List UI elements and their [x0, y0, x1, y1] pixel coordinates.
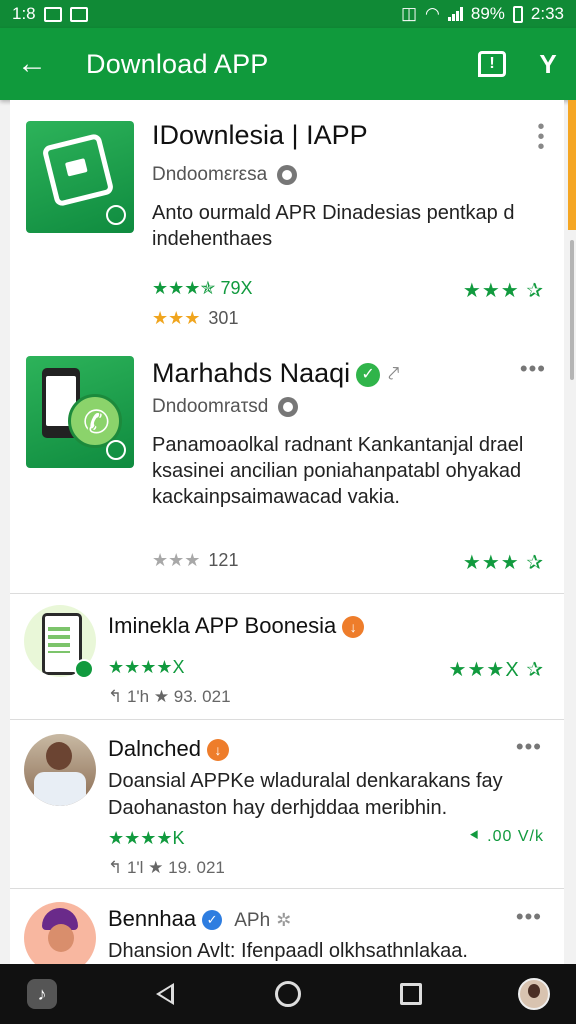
list-item[interactable]: Iminekla APP Boonesia ↓ ★★★★X ★★★X ✰ ↰ 1'… — [10, 605, 564, 715]
nav-home-button[interactable] — [266, 972, 310, 1016]
app-name: IDownlesia | IAPP — [152, 120, 368, 150]
recents-icon — [400, 983, 422, 1005]
nav-recents-button[interactable] — [389, 972, 433, 1016]
more-horiz-icon[interactable]: ••• — [520, 356, 546, 382]
rating-right: ⯇ .00 V/k — [467, 828, 544, 845]
avatar — [518, 978, 550, 1010]
rating-left: ★★★★K — [108, 828, 185, 848]
download-icon: ↓ — [206, 739, 229, 762]
app-bar: ← Download APP ! Y — [0, 28, 576, 100]
badge-icon — [74, 659, 94, 679]
badge-icon — [106, 205, 126, 225]
feedback-button[interactable]: ! — [464, 28, 520, 100]
app-description: Panamoaolkal radnant Kankantanjal drael … — [152, 434, 524, 508]
list-item[interactable]: Bennhaa ✓ APh ✲ ••• Dhansion Avlt: Ifenpa… — [10, 898, 564, 964]
rating-sub: ★★★ 121 — [152, 550, 239, 570]
developer-name: Dndoomεrεsa — [152, 164, 298, 186]
battery-icon — [512, 5, 523, 23]
nav-back-button[interactable] — [143, 972, 187, 1016]
chat-icon — [277, 164, 298, 185]
list-item-description: Doansial APPKe wladuralal denkarakans fa… — [108, 770, 503, 819]
avatar — [24, 734, 96, 806]
featured-app-card[interactable]: IDownlesia | IAPP • • • Dndoomεrεsa Anto o… — [10, 100, 564, 340]
app-shortcut-icon: ♪ — [27, 979, 57, 1009]
rating-left: ★★★✯ 79X — [152, 278, 253, 298]
app-icon — [26, 121, 134, 233]
list-item-title: Dalnched ↓ — [108, 736, 229, 762]
scrollbar[interactable] — [570, 240, 574, 380]
list-item-meta: ↰ 1'l ★ 19. 021 — [108, 858, 225, 877]
badge-icon: ↓ — [342, 616, 365, 639]
document-icon — [41, 132, 115, 208]
status-bar: 1:8 ◫ ◠ 89% 2:33 — [0, 0, 576, 28]
rating-right: ★★★ ✰ — [462, 280, 544, 302]
badge-icon — [106, 440, 126, 460]
page-title: Download APP — [86, 48, 269, 79]
rating-sub: ★★★ 301 — [152, 308, 239, 328]
divider — [10, 888, 564, 889]
rating-right: ★★★X ✰ — [448, 659, 544, 681]
list-item-title: Bennhaa ✓ APh ✲ — [108, 906, 292, 931]
home-icon — [275, 981, 301, 1007]
signal-icon — [447, 7, 463, 21]
list-item-title: Iminekla APP Boonesia ↓ — [108, 613, 365, 639]
settings-icon: ✲ — [276, 910, 292, 930]
list-item[interactable]: Dalnched ↓ ••• Doansial APPKe wladuralal … — [10, 732, 564, 882]
app-shortcut-button[interactable]: ♪ — [20, 972, 64, 1016]
feedback-icon: ! — [478, 51, 506, 77]
app-list: IDownlesia | IAPP • • • Dndoomεrεsa Anto o… — [10, 100, 564, 964]
battery-level: 89% — [470, 4, 505, 23]
scroll-accent — [568, 100, 576, 230]
verified-icon: ✓ — [356, 362, 381, 387]
back-arrow-icon[interactable]: ← — [0, 28, 64, 100]
navigation-bar: ♪ — [0, 964, 576, 1024]
list-item-meta: ↰ 1'h ★ 93. 021 — [108, 687, 231, 706]
chat-icon — [278, 396, 299, 417]
divider — [10, 719, 564, 720]
avatar — [24, 902, 96, 964]
gallery-icon — [69, 6, 88, 22]
back-icon — [156, 983, 174, 1005]
more-horiz-icon[interactable]: ••• — [516, 904, 542, 930]
divider — [10, 593, 564, 594]
verified-icon: ✓ — [202, 910, 223, 931]
rating-right: ★★★ ✰ — [462, 552, 544, 574]
profile-button[interactable] — [512, 972, 556, 1016]
status-time-left: 1:8 — [12, 4, 36, 23]
filter-button[interactable]: Y — [520, 28, 576, 100]
share-icon[interactable]: ⤤ — [388, 363, 399, 386]
wifi-icon: ◠ — [425, 4, 440, 23]
app-description: Anto ourmald APR Dinadesias pentkap d in… — [152, 202, 515, 250]
vibrate-icon: ◫ — [400, 4, 418, 23]
app-name: Marhahds Naaqi ✓ ⤤ — [152, 358, 400, 388]
rating-left: ★★★★X — [108, 657, 185, 677]
status-time-right: 2:33 — [530, 4, 564, 23]
app-icon — [26, 356, 134, 468]
more-horiz-icon[interactable]: ••• — [516, 734, 542, 760]
more-vert-icon[interactable]: • • • — [536, 117, 546, 157]
list-item-description: Dhansion Avlt: Ifenpaadl olkhsathnlakaa. — [108, 940, 468, 962]
screenshot-icon — [43, 6, 62, 22]
developer-name: Dndoomraτsd — [152, 396, 299, 418]
filter-icon: Y — [539, 48, 557, 79]
